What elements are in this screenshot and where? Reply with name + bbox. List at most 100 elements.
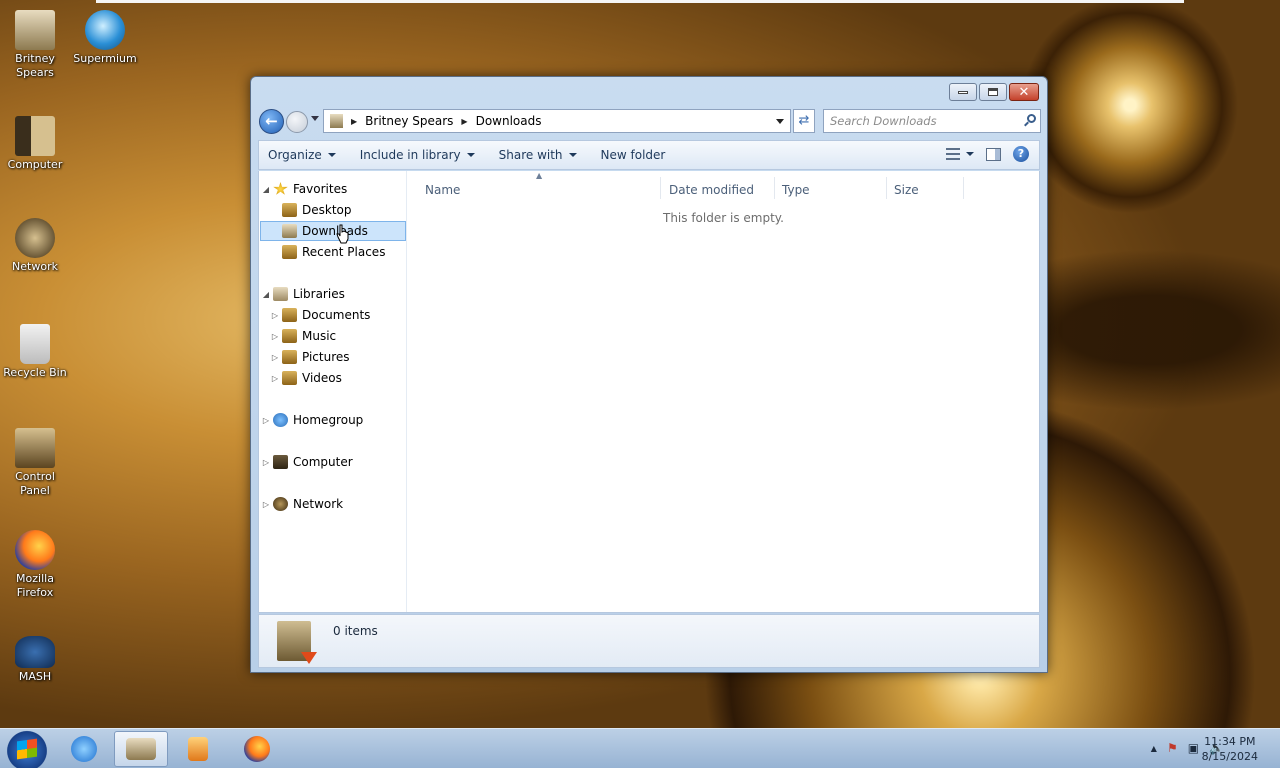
breadcrumb-separator-icon[interactable]: ▶ xyxy=(461,117,467,126)
clock[interactable]: 11:34 PM 8/15/2024 xyxy=(1202,734,1258,764)
minimize-button[interactable] xyxy=(949,83,977,101)
taskbar-internet-explorer[interactable] xyxy=(57,731,111,767)
column-header-size[interactable]: Size xyxy=(894,183,919,197)
address-dropdown-icon[interactable] xyxy=(776,119,784,124)
expand-arrow-icon[interactable]: ▷ xyxy=(270,353,280,362)
action-center-icon[interactable]: ⚑ xyxy=(1167,741,1178,755)
nav-videos[interactable]: ▷ Videos xyxy=(270,368,342,388)
start-button[interactable] xyxy=(2,730,52,768)
expand-arrow-icon[interactable]: ▷ xyxy=(261,458,271,467)
navigation-pane[interactable]: ◢ Favorites Desktop Downloads Recent Plac… xyxy=(259,171,407,612)
downloads-folder-icon xyxy=(282,224,297,238)
expand-arrow-icon[interactable]: ▷ xyxy=(270,332,280,341)
documents-icon xyxy=(282,308,297,322)
clock-time: 11:34 PM xyxy=(1204,735,1256,748)
details-pane: 0 items xyxy=(258,614,1040,668)
desktop-icon-network[interactable]: Network xyxy=(0,218,70,274)
nav-network[interactable]: ▷ Network xyxy=(261,494,343,514)
expand-arrow-icon[interactable]: ▷ xyxy=(261,500,271,509)
nav-favorites[interactable]: ◢ Favorites xyxy=(261,179,347,199)
file-list[interactable]: ▲ Name Date modified Type Size This fold… xyxy=(408,171,1039,612)
column-header-name[interactable]: Name xyxy=(425,183,460,197)
breadcrumb-root[interactable]: Britney Spears xyxy=(365,114,453,128)
breadcrumb-current[interactable]: Downloads xyxy=(476,114,542,128)
desktop-icon-label: Supermium xyxy=(73,52,137,65)
nav-recent-places[interactable]: Recent Places xyxy=(270,242,385,262)
taskbar-explorer[interactable] xyxy=(114,731,168,767)
desktop-icon-computer[interactable]: Computer xyxy=(0,116,70,172)
nav-pictures[interactable]: ▷ Pictures xyxy=(270,347,350,367)
firefox-icon xyxy=(15,530,55,570)
expand-arrow-icon[interactable]: ▷ xyxy=(270,374,280,383)
mash-icon xyxy=(15,636,55,668)
nav-label: Pictures xyxy=(302,350,350,364)
control-panel-icon xyxy=(15,428,55,468)
desktop-icon-label: Computer xyxy=(7,158,63,171)
music-icon xyxy=(282,329,297,343)
column-divider[interactable] xyxy=(886,177,887,199)
nav-label: Documents xyxy=(302,308,371,322)
include-in-library-button[interactable]: Include in library xyxy=(344,148,483,162)
change-view-button[interactable] xyxy=(946,148,974,160)
collapse-arrow-icon[interactable]: ◢ xyxy=(261,290,271,299)
desktop-icon-label: Network xyxy=(12,260,58,273)
expand-arrow-icon[interactable]: ▷ xyxy=(261,416,271,425)
desktop-icon-britney-spears[interactable]: Britney Spears xyxy=(0,10,70,80)
nav-desktop[interactable]: Desktop xyxy=(270,200,352,220)
back-button[interactable]: ← xyxy=(259,109,284,134)
column-header-type[interactable]: Type xyxy=(782,183,810,197)
desktop-icon-supermium[interactable]: Supermium xyxy=(70,10,140,66)
taskbar-media-player[interactable] xyxy=(171,731,225,767)
explorer-window: ✕ ← ▶ Britney Spears ▶ Downloads ⇄ Searc… xyxy=(250,76,1048,673)
recent-pages-dropdown[interactable] xyxy=(311,116,319,121)
desktop-icon-label: MASH xyxy=(18,670,52,683)
top-edge-line xyxy=(96,0,1184,3)
column-divider[interactable] xyxy=(774,177,775,199)
desktop-icon-control-panel[interactable]: Control Panel xyxy=(0,428,70,498)
breadcrumb-separator-icon[interactable]: ▶ xyxy=(351,117,357,126)
folder-icon xyxy=(330,114,343,128)
refresh-button[interactable]: ⇄ xyxy=(793,109,815,133)
nav-label: Videos xyxy=(302,371,342,385)
column-divider[interactable] xyxy=(660,177,661,199)
desktop-icon-label: Control Panel xyxy=(15,470,55,497)
nav-music[interactable]: ▷ Music xyxy=(270,326,336,346)
column-header-date-modified[interactable]: Date modified xyxy=(669,183,754,197)
firefox-icon xyxy=(244,736,270,762)
desktop-icon-mozilla-firefox[interactable]: Mozilla Firefox xyxy=(0,530,70,600)
explorer-icon xyxy=(126,738,156,760)
chevron-down-icon xyxy=(327,153,336,157)
navigation-bar: ← ▶ Britney Spears ▶ Downloads ⇄ Search … xyxy=(259,109,1041,135)
nav-libraries[interactable]: ◢ Libraries xyxy=(261,284,345,304)
share-with-button[interactable]: Share with xyxy=(483,148,585,162)
sort-ascending-icon: ▲ xyxy=(536,171,543,180)
expand-arrow-icon[interactable]: ▷ xyxy=(270,311,280,320)
nav-documents[interactable]: ▷ Documents xyxy=(270,305,370,325)
show-hidden-icons-icon[interactable]: ▲ xyxy=(1151,744,1157,753)
new-folder-button[interactable]: New folder xyxy=(585,148,674,162)
search-input[interactable]: Search Downloads xyxy=(823,109,1041,133)
forward-button[interactable] xyxy=(286,111,308,133)
address-bar[interactable]: ▶ Britney Spears ▶ Downloads xyxy=(323,109,791,133)
nav-label: Recent Places xyxy=(302,245,386,259)
help-button[interactable]: ? xyxy=(1013,146,1029,162)
desktop-icon-mash[interactable]: MASH xyxy=(0,636,70,684)
maximize-icon xyxy=(988,88,998,96)
preview-pane-button[interactable] xyxy=(986,147,1001,161)
column-divider[interactable] xyxy=(963,177,964,199)
libraries-icon xyxy=(273,287,288,301)
caption-buttons: ✕ xyxy=(949,83,1039,101)
close-button[interactable]: ✕ xyxy=(1009,83,1039,101)
taskbar-firefox[interactable] xyxy=(230,731,284,767)
nav-computer[interactable]: ▷ Computer xyxy=(261,452,353,472)
pictures-icon xyxy=(282,350,297,364)
nav-homegroup[interactable]: ▷ Homegroup xyxy=(261,410,363,430)
desktop-icon-recycle-bin[interactable]: Recycle Bin xyxy=(0,324,70,380)
nav-downloads[interactable]: Downloads xyxy=(260,221,406,241)
maximize-button[interactable] xyxy=(979,83,1007,101)
desktop-folder-icon xyxy=(282,203,297,217)
search-icon[interactable] xyxy=(1027,114,1036,123)
collapse-arrow-icon[interactable]: ◢ xyxy=(261,185,271,194)
network-status-icon[interactable]: ▣ xyxy=(1188,741,1199,755)
organize-button[interactable]: Organize xyxy=(259,148,344,162)
